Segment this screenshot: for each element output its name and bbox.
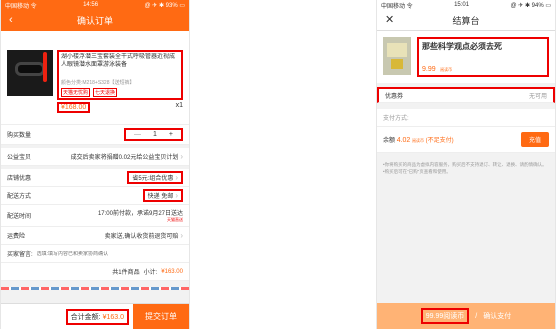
quantity-row: 购买数量 — 1 + <box>1 125 189 145</box>
plus-button[interactable]: + <box>169 131 173 138</box>
delivery-time-value: 17:00前付款，承诺9月27日送达 <box>97 211 183 217</box>
delivery-time-row: 配送时间 17:00前付款，承诺9月27日送达 天猫直送 <box>1 205 189 227</box>
balance-unit: 阅读币 <box>411 138 424 143</box>
close-icon[interactable]: ✕ <box>385 13 394 26</box>
bottom-bar: 合计金额: ¥163.0 提交订单 <box>1 303 189 329</box>
message-row: 买家留言: <box>1 245 189 263</box>
subtotal-label: 小计: <box>143 270 158 276</box>
message-input[interactable] <box>36 250 183 257</box>
message-label: 买家留言: <box>7 252 33 258</box>
subtotal-row: 共1件商品 小计: ¥163.00 <box>1 263 189 281</box>
page-title: 确认订单 <box>76 16 113 26</box>
pay-amount: 99.99阅读币 <box>420 308 470 324</box>
recharge-button[interactable]: 充值 <box>520 132 549 147</box>
confirm-pay-button[interactable]: 确认支付 <box>483 311 511 321</box>
bottom-bar[interactable]: 99.99阅读币 / 确认支付 <box>377 303 555 329</box>
chevron-right-icon: › <box>180 231 183 240</box>
status-bar: 中国移动 令 15:01 @ ✈ ✱ 94% ▭ <box>377 0 555 10</box>
payment-label: 支付方式: <box>383 116 409 122</box>
checkout-screen: 中国移动 令 15:01 @ ✈ ✱ 94% ▭ ✕ 结算台 那些科学观点必须去… <box>376 0 556 329</box>
insurance-row[interactable]: 运费险 卖家送,确认收货前退货可赔 › <box>1 227 189 245</box>
delivery-row[interactable]: 配送方式 快递 免邮 › <box>1 187 189 205</box>
charity-row[interactable]: 公益宝贝 成交后卖家将捐赠0.02元给公益宝贝计划 › <box>1 148 189 166</box>
book-cover <box>383 37 411 75</box>
quantity-stepper[interactable]: — 1 + <box>124 128 183 141</box>
product-thumbnail <box>7 50 53 96</box>
insufficient-text: (不足支付) <box>425 138 454 144</box>
quantity-value[interactable]: 1 <box>153 131 157 138</box>
status-indicators: @ ✈ ✱ 94% ▭ <box>510 2 552 9</box>
delivery-time-label: 配送时间 <box>7 214 32 220</box>
insurance-label: 运费险 <box>7 234 26 240</box>
subtotal-value: ¥163.00 <box>161 268 183 275</box>
product-card[interactable]: 湖小楼浮潜三宝套装全干式呼吸管器近视成人眼镜潜水面罩游泳装备 颜色分类:M218… <box>1 47 189 125</box>
product-price: ¥168.00 <box>57 102 91 113</box>
book-price: 9.99 <box>422 66 436 73</box>
order-confirm-screen: 中国移动 令 14:56 @ ✈ ✱ 93% ▭ ‹ 确认订单 湖小楼浮潜三宝套… <box>0 0 190 329</box>
charity-label: 公益宝贝 <box>7 155 32 161</box>
tag-badge: 七天退换 <box>93 88 118 97</box>
tag-badge: 天猫无忧购 <box>61 88 91 97</box>
direct-delivery-badge: 天猫直送 <box>167 217 183 222</box>
nav-bar: ✕ 结算台 <box>377 10 555 31</box>
status-time: 15:01 <box>454 2 470 8</box>
quantity-label: 购买数量 <box>7 133 32 139</box>
coupon-row[interactable]: 优惠券 无可用 <box>377 87 555 103</box>
item-count-text: 共1件商品 <box>112 270 140 276</box>
envelope-divider <box>1 287 189 290</box>
balance-value: 4.02 <box>396 137 411 144</box>
coupon-label: 优惠券 <box>385 94 404 100</box>
back-icon[interactable]: ‹ <box>9 14 13 26</box>
chevron-right-icon: › <box>175 173 178 182</box>
product-qty: x1 <box>175 102 183 109</box>
submit-order-button[interactable]: 提交订单 <box>133 304 189 329</box>
note-item: •你将购买的商品为虚拟内容服务，购买后不支持退订、转让、退换、请酌情确认。 <box>383 162 547 167</box>
insurance-value: 卖家送,确认收货前退货可赔 <box>104 234 179 240</box>
carrier-text: 中国移动 令 <box>5 3 37 10</box>
shop-discount-row[interactable]: 店铺优惠 省5元:组合优惠 › <box>1 169 189 187</box>
note-item: •购买后可在"已购"页查看和使用。 <box>383 169 451 174</box>
purchase-notes: •你将购买的商品为虚拟内容服务，购买后不支持退订、转让、退换、请酌情确认。 •购… <box>377 153 555 183</box>
chevron-right-icon: › <box>175 191 178 200</box>
delivery-label: 配送方式 <box>7 194 32 200</box>
shop-discount-label: 店铺优惠 <box>7 176 32 182</box>
status-time: 14:56 <box>83 2 99 8</box>
product-card: 那些科学观点必须去死 9.99 阅读币 <box>377 31 555 83</box>
book-price-unit: 阅读币 <box>440 67 453 72</box>
balance-row: 余额 4.02 阅读币 (不足支付) 充值 <box>377 127 555 153</box>
charity-text: 成交后卖家将捐赠0.02元给公益宝贝计划 <box>70 155 179 161</box>
coupon-value: 无可用 <box>528 94 547 100</box>
balance-label: 余额 <box>383 138 396 144</box>
status-bar: 中国移动 令 14:56 @ ✈ ✱ 93% ▭ <box>1 0 189 10</box>
status-indicators: @ ✈ ✱ 93% ▭ <box>144 2 186 9</box>
chevron-right-icon: › <box>180 152 183 161</box>
minus-button[interactable]: — <box>134 131 141 138</box>
payment-label-row: 支付方式: <box>377 109 555 127</box>
product-name: 湖小楼浮潜三宝套装全干式呼吸管器近视成人眼镜潜水面罩游泳装备 <box>61 54 176 68</box>
page-title: 结算台 <box>452 15 480 26</box>
delivery-value: 快递 免邮 <box>147 194 174 200</box>
total-label: 合计金额: <box>70 313 101 321</box>
book-title: 那些科学观点必须去死 <box>422 42 502 51</box>
carrier-text: 中国移动 令 <box>381 3 413 10</box>
product-spec: 颜色分类:M218+S328【送短裤】 <box>61 80 135 86</box>
nav-bar: ‹ 确认订单 <box>1 10 189 31</box>
separator: / <box>475 312 478 320</box>
shop-discount-value: 省5元:组合优惠 <box>132 176 174 182</box>
total-value: ¥163.0 <box>102 313 124 321</box>
